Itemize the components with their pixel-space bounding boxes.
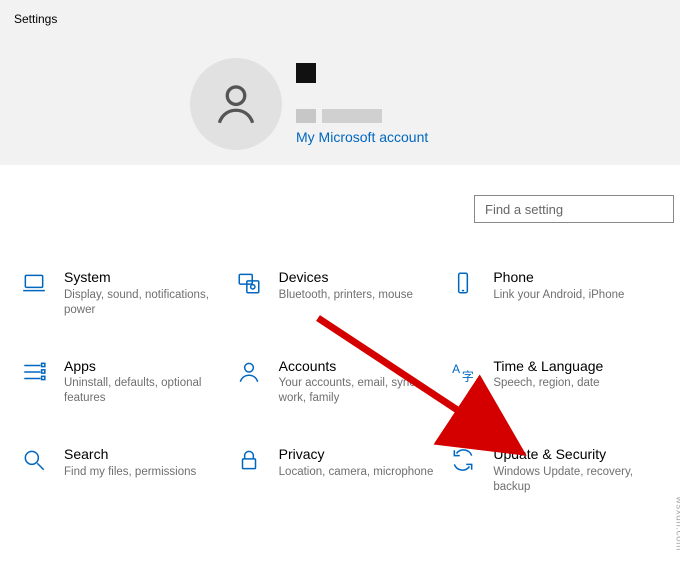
profile-block: My Microsoft account	[190, 58, 428, 150]
watermark: wsxdn.com	[674, 496, 680, 551]
tile-title: System	[64, 269, 223, 286]
my-microsoft-account-link[interactable]: My Microsoft account	[296, 129, 428, 145]
header-zone: Settings My Microsoft account	[0, 0, 680, 165]
tile-title: Phone	[493, 269, 624, 286]
tile-title: Update & Security	[493, 446, 652, 463]
search-input[interactable]	[474, 195, 674, 223]
avatar	[190, 58, 282, 150]
redacted-name-row-2	[296, 89, 428, 123]
tile-desc: Windows Update, recovery, backup	[493, 465, 652, 495]
tile-update-security[interactable]: Update & Security Windows Update, recove…	[449, 446, 660, 495]
tile-desc: Your accounts, email, sync, work, family	[279, 376, 438, 406]
tile-desc: Display, sound, notifications, power	[64, 288, 223, 318]
search-icon	[20, 446, 48, 474]
profile-text: My Microsoft account	[296, 63, 428, 145]
tile-desc: Bluetooth, printers, mouse	[279, 288, 413, 303]
tile-title: Privacy	[279, 446, 434, 463]
tile-title: Devices	[279, 269, 413, 286]
language-icon: A字	[449, 358, 477, 386]
search-row	[0, 165, 680, 223]
lock-icon	[235, 446, 263, 474]
tile-phone[interactable]: Phone Link your Android, iPhone	[449, 269, 660, 318]
tile-privacy[interactable]: Privacy Location, camera, microphone	[235, 446, 446, 495]
tile-title: Search	[64, 446, 196, 463]
svg-text:A: A	[452, 362, 460, 376]
tile-desc: Find my files, permissions	[64, 465, 196, 480]
tile-desc: Speech, region, date	[493, 376, 603, 391]
accounts-icon	[235, 358, 263, 386]
person-icon	[211, 79, 261, 129]
phone-icon	[449, 269, 477, 297]
tile-title: Apps	[64, 358, 223, 375]
svg-text:字: 字	[462, 369, 474, 383]
tile-apps[interactable]: Apps Uninstall, defaults, optional featu…	[20, 358, 231, 407]
tile-devices[interactable]: Devices Bluetooth, printers, mouse	[235, 269, 446, 318]
window-title: Settings	[14, 12, 57, 26]
sync-icon	[449, 446, 477, 474]
tile-desc: Uninstall, defaults, optional features	[64, 376, 223, 406]
tile-system[interactable]: System Display, sound, notifications, po…	[20, 269, 231, 318]
tile-search[interactable]: Search Find my files, permissions	[20, 446, 231, 495]
redacted-name-row	[296, 63, 428, 83]
tile-time-language[interactable]: A字 Time & Language Speech, region, date	[449, 358, 660, 407]
tile-desc: Location, camera, microphone	[279, 465, 434, 480]
apps-icon	[20, 358, 48, 386]
laptop-icon	[20, 269, 48, 297]
settings-tiles: System Display, sound, notifications, po…	[0, 223, 680, 495]
devices-icon	[235, 269, 263, 297]
tile-accounts[interactable]: Accounts Your accounts, email, sync, wor…	[235, 358, 446, 407]
tile-title: Accounts	[279, 358, 438, 375]
tile-desc: Link your Android, iPhone	[493, 288, 624, 303]
tile-title: Time & Language	[493, 358, 603, 375]
